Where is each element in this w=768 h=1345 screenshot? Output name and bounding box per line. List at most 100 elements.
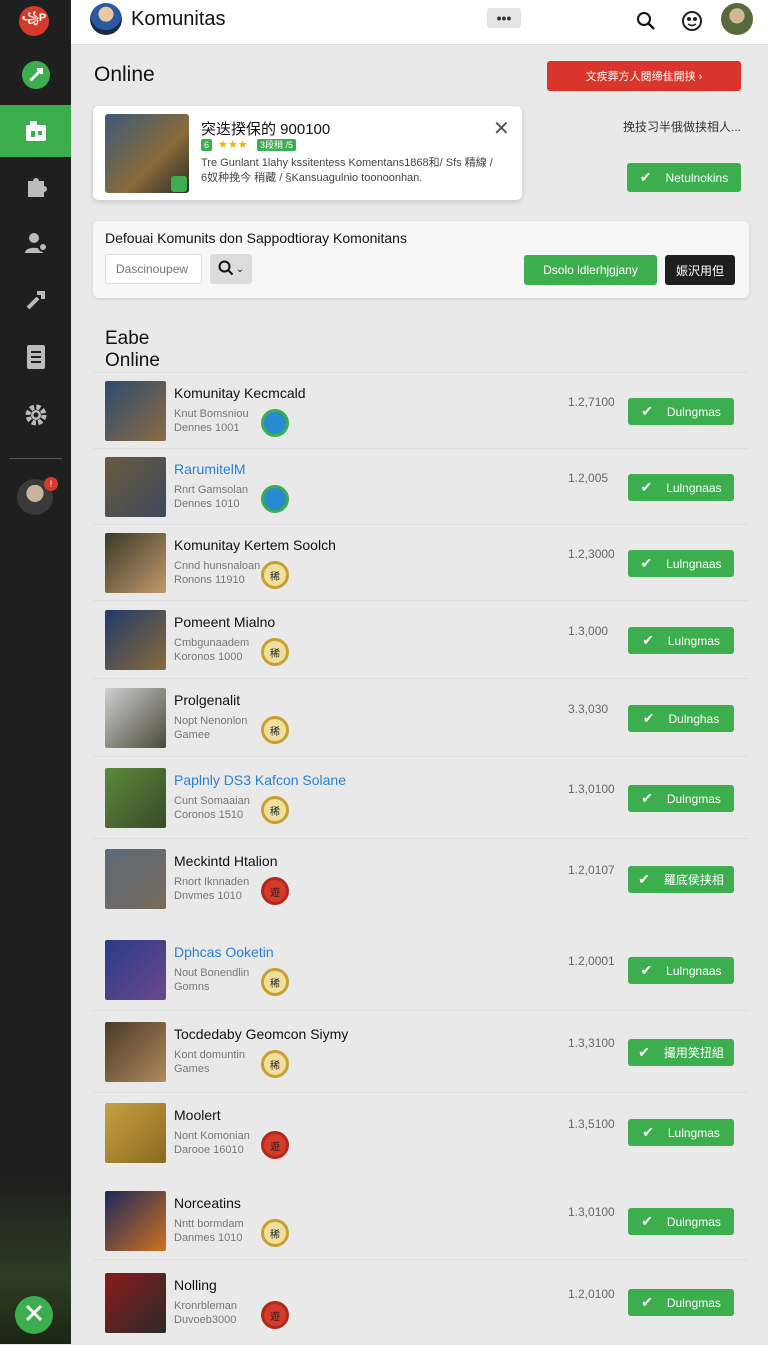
- community-meta-line1: Rnort Iknnaden: [174, 876, 250, 888]
- list-item[interactable]: Tocdedaby Geomcon Siymy Kont domuntin Game…: [93, 1010, 749, 1093]
- list-item[interactable]: Prolgenalit Nopt Nenonlon Gamee 稀 3.3,030 ✔ Du…: [93, 678, 749, 757]
- community-meta-line1: Cnnd hunsnaloan: [174, 560, 261, 572]
- join-button[interactable]: ✔ Dulngmas: [628, 1289, 734, 1316]
- check-icon: ✔: [641, 1213, 653, 1229]
- list-item[interactable]: Komunitay Kertem Soolch Cnnd hunsnaloan Ro…: [93, 524, 749, 601]
- community-name[interactable]: Norceatins: [174, 1195, 241, 1211]
- join-button[interactable]: ✔ Lulngnaas: [628, 957, 734, 984]
- community-meta: Rnort Iknnaden Dnvmes 1010: [174, 875, 249, 903]
- sidebar-item-profile[interactable]: [0, 217, 71, 269]
- sidebar-item-games[interactable]: [0, 160, 71, 212]
- check-icon: ✔: [642, 1124, 654, 1140]
- search-input[interactable]: [105, 254, 202, 284]
- notify-button[interactable]: ✔ Netulnokins: [627, 163, 741, 192]
- join-label: Lulngmas: [667, 633, 720, 648]
- featured-card[interactable]: 突迭揆保的 900100 6 ★★★ 3段稍 /5 Tre Gunlant 1l…: [93, 106, 522, 200]
- search-card: Defouai Komunits don Sappodtioray Komoni…: [93, 221, 749, 298]
- community-thumbnail: [105, 381, 166, 441]
- community-meta: Rnrt Gamsolan Dennes 1010: [174, 483, 248, 511]
- sidebar-item-community[interactable]: [0, 105, 71, 157]
- featured-rating-tag: 3段稍 /5: [257, 139, 297, 151]
- featured-badge-icon: [171, 176, 187, 192]
- community-meta: Cunt Somaaian Coronos 1510: [174, 794, 250, 822]
- community-meta-line2: Dennes 1010: [174, 498, 240, 510]
- community-meta: Cmbgunaadem Koronos 1000: [174, 636, 249, 664]
- profile-avatar[interactable]: [721, 3, 753, 35]
- join-button[interactable]: ✔ Lulngmas: [628, 1119, 734, 1146]
- list-item[interactable]: Norceatins Nntt bormdam Danmes 1010 稀 1.3,01…: [93, 1183, 749, 1259]
- community-name[interactable]: Komunitay Kertem Soolch: [174, 537, 336, 553]
- dark-action-button[interactable]: 娠沢用但: [665, 255, 735, 285]
- community-meta: Nntt bormdam Danmes 1010: [174, 1217, 244, 1245]
- join-label: Lulngnaas: [666, 963, 722, 978]
- join-button[interactable]: ✔ 羅底侯挟相: [628, 866, 734, 893]
- list-item[interactable]: Meckintd Htalion Rnort Iknnaden Dnvmes 101…: [93, 838, 749, 919]
- community-name[interactable]: Pomeent Mialno: [174, 614, 275, 630]
- community-name[interactable]: Tocdedaby Geomcon Siymy: [174, 1026, 348, 1042]
- community-meta-line1: Kont domuntin: [174, 1049, 245, 1061]
- community-badge: 稀: [261, 638, 289, 666]
- member-count: 1.3,0100: [568, 782, 615, 796]
- community-name[interactable]: Komunitay Kecmcald: [174, 385, 306, 401]
- community-thumbnail: [105, 1103, 166, 1163]
- wrench-icon: [21, 285, 51, 315]
- list-item[interactable]: Komunitay Kecmcald Knut Bomsniou Dennes 10…: [93, 372, 749, 449]
- list-item[interactable]: Moolert Nont Komonian Darooe 16010 遊 1.3,510…: [93, 1092, 749, 1172]
- community-name[interactable]: Dphcas Ooketin: [174, 944, 274, 960]
- close-icon[interactable]: ✕: [493, 116, 510, 141]
- friends-icon[interactable]: [678, 7, 706, 35]
- list-item[interactable]: RarumitelM Rnrt Gamsolan Dennes 1010 1.2,00…: [93, 448, 749, 525]
- sidebar-item-tools[interactable]: [0, 274, 71, 326]
- discover-button[interactable]: Dsolo ldlerhjgjany: [524, 255, 657, 285]
- check-icon: ✔: [642, 710, 655, 726]
- community-name[interactable]: Prolgenalit: [174, 692, 240, 708]
- app-title: Komunitas: [131, 8, 226, 30]
- join-label: Dulngmas: [666, 404, 721, 419]
- community-meta: Nout Bonendlin Gomns: [174, 966, 249, 994]
- check-icon: ✔: [638, 871, 650, 887]
- community-badge: 稀: [261, 716, 289, 744]
- join-button[interactable]: ✔ 撮用笑扭組: [628, 1039, 734, 1066]
- community-name[interactable]: RarumitelM: [174, 461, 246, 477]
- community-name[interactable]: Paplnly DS3 Kafcon Solane: [174, 772, 346, 788]
- list-item[interactable]: Nolling Kronrbleman Duvoeb3000 遊 1.2,0100 ✔ Du…: [93, 1259, 749, 1345]
- check-icon: ✔: [640, 962, 653, 978]
- sidebar-item-documents[interactable]: [0, 331, 71, 383]
- join-button[interactable]: ✔ Lulngnaas: [628, 474, 734, 501]
- list-item[interactable]: Paplnly DS3 Kafcon Solane Cunt Somaaian Co…: [93, 756, 749, 839]
- member-count: 1.2,0107: [568, 863, 615, 877]
- join-label: Dulngmas: [666, 1214, 721, 1229]
- join-button[interactable]: ✔ Dulnghas: [628, 705, 734, 732]
- member-count: 3.3,030: [568, 702, 609, 716]
- community-thumbnail: [105, 1273, 166, 1333]
- app-logo[interactable]: ꧁P: [19, 6, 49, 36]
- search-button[interactable]: ⌄: [210, 254, 252, 284]
- promo-button[interactable]: 文疾葬方人閱缔隹開挟 ›: [547, 61, 741, 91]
- community-badge: [261, 409, 289, 437]
- list-item[interactable]: Pomeent Mialno Cmbgunaadem Koronos 1000 稀 1.…: [93, 600, 749, 679]
- community-name[interactable]: Nolling: [174, 1277, 217, 1293]
- join-button[interactable]: ✔ Dulngmas: [628, 398, 734, 425]
- community-name[interactable]: Meckintd Htalion: [174, 853, 278, 869]
- list-item[interactable]: Dphcas Ooketin Nout Bonendlin Gomns 稀 1.2,00…: [93, 930, 749, 1010]
- community-thumbnail: [105, 768, 166, 828]
- community-badge: 稀: [261, 1050, 289, 1078]
- community-name[interactable]: Moolert: [174, 1107, 221, 1123]
- crossed-tools-icon: [23, 1302, 45, 1329]
- tools-fab-button[interactable]: [15, 1296, 53, 1334]
- more-button[interactable]: •••: [487, 8, 521, 28]
- join-label: Dulngmas: [666, 1295, 721, 1310]
- join-button[interactable]: ✔ Dulngmas: [628, 785, 734, 812]
- check-icon: ✔: [641, 790, 653, 806]
- join-button[interactable]: ✔ Lulngmas: [628, 627, 734, 654]
- sidebar-item-launch[interactable]: [0, 49, 71, 101]
- community-meta-line2: Dnvmes 1010: [174, 890, 242, 902]
- community-meta-line1: Nntt bormdam: [174, 1218, 244, 1230]
- join-label: Lulngnaas: [666, 480, 722, 495]
- join-button[interactable]: ✔ Dulngmas: [628, 1208, 734, 1235]
- join-label: Lulngmas: [667, 1125, 720, 1140]
- building-icon: [21, 116, 51, 146]
- join-button[interactable]: ✔ Lulngnaas: [628, 550, 734, 577]
- sidebar-item-settings[interactable]: [0, 389, 71, 441]
- search-icon[interactable]: [632, 7, 660, 35]
